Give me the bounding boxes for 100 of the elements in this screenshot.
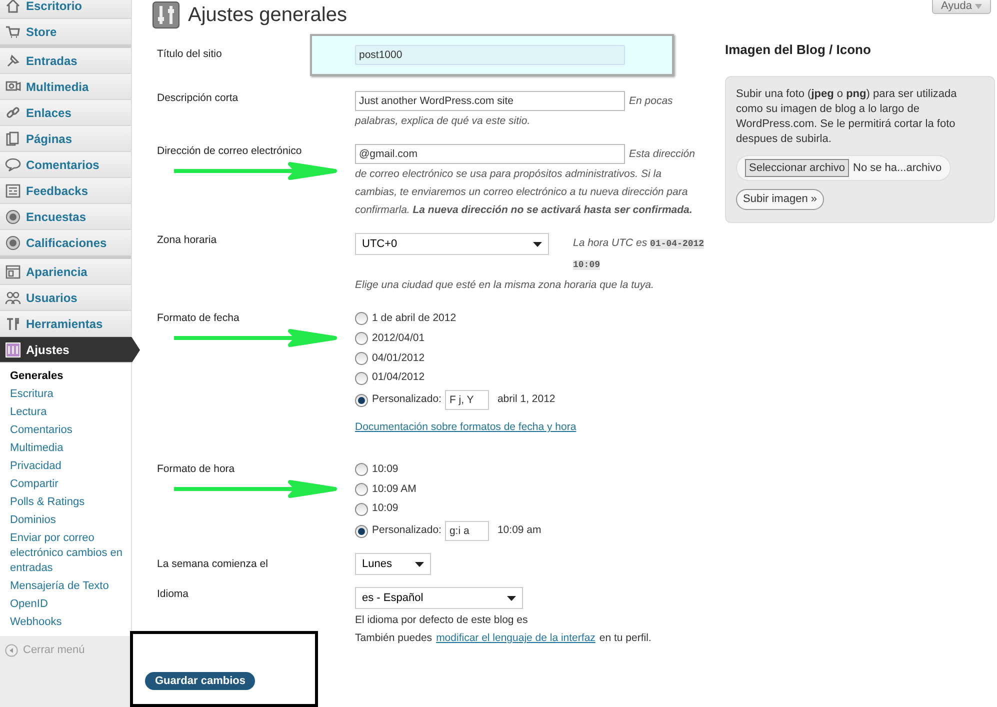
- sidebar-item[interactable]: Herramientas: [0, 311, 131, 337]
- disc-icon: [5, 234, 21, 250]
- documentation-link[interactable]: Documentación sobre formatos de fecha y hora: [355, 420, 705, 436]
- field-label: Descripción corta: [157, 91, 240, 106]
- radio-button[interactable]: [355, 312, 368, 326]
- text-field[interactable]: @gmail.com: [355, 144, 625, 164]
- help-text: Elige una ciudad que esté en la misma zona horaria que la tuya.: [355, 278, 655, 293]
- layout-icon: [5, 264, 21, 280]
- submenu-item[interactable]: Polls & Ratings: [10, 495, 131, 510]
- settings-icon: [152, 1, 180, 29]
- profile-note: en tu perfil.: [599, 631, 652, 646]
- option-label: 01/04/2012: [372, 370, 425, 386]
- option-label: Personalizado:: [372, 523, 442, 538]
- sidebar-item[interactable]: Comentarios: [0, 152, 131, 178]
- help-text: de correo electrónico se usa para propósitos administrativos. Si la cambias, te enviaremos un correo electrónico a tu nueva dirección para confirmarla. La nueva dirección no se activará hasta ser confirmada.: [355, 167, 694, 218]
- text-field[interactable]: Just another WordPress.com site: [355, 91, 625, 111]
- radio-button[interactable]: [355, 524, 368, 538]
- caret-icon: [975, 4, 982, 8]
- help-button[interactable]: Ayuda: [932, 0, 991, 14]
- chain-link-icon: [5, 104, 21, 120]
- help-text: En pocas: [629, 94, 673, 109]
- save-button[interactable]: Guardar cambios: [145, 672, 256, 690]
- radio-button[interactable]: [355, 463, 368, 476]
- submenu-item[interactable]: Enviar por correo electrónico cambios en entradas: [10, 531, 131, 576]
- option-label: 10:09: [372, 462, 398, 477]
- help-text: Esta dirección: [629, 147, 695, 162]
- submenu-item[interactable]: Webhooks: [10, 615, 131, 630]
- field-label: La semana comienza el: [157, 557, 269, 572]
- field-label: Formato de hora: [157, 462, 236, 477]
- pushpin-icon: [5, 52, 21, 68]
- page-title: Ajustes generales: [188, 3, 347, 28]
- file-picker[interactable]: Seleccionar archivo No se ha...archivo: [736, 154, 951, 181]
- sidebar-item[interactable]: Usuarios: [0, 285, 131, 311]
- field-label: Zona horaria: [157, 233, 218, 248]
- sidebar-item[interactable]: Store: [0, 19, 131, 45]
- tools-icon: [5, 316, 21, 332]
- sliders-icon: [5, 342, 21, 358]
- cart-icon: [5, 24, 21, 40]
- format-field[interactable]: g:i a: [445, 521, 490, 541]
- submenu-item[interactable]: Dominios: [10, 513, 131, 528]
- sidebar-item[interactable]: Calificaciones: [0, 230, 131, 256]
- file-status: No se ha...archivo: [853, 160, 942, 176]
- caret-icon: [415, 562, 424, 566]
- dropdown[interactable]: es - Español: [355, 587, 523, 609]
- language-note: El idioma por defecto de este blog es: [355, 613, 529, 628]
- submenu-item[interactable]: Comentarios: [10, 423, 131, 438]
- sidebar-item[interactable]: Feedbacks: [0, 178, 131, 204]
- sidebar-item[interactable]: Apariencia: [0, 259, 131, 285]
- pages-icon: [5, 130, 21, 146]
- help-text: palabras, explica de qué va este sitio.: [355, 114, 532, 129]
- radio-button[interactable]: [355, 482, 368, 496]
- sidebar-item[interactable]: Escritorio: [0, 0, 131, 19]
- submenu-item[interactable]: Compartir: [10, 477, 131, 492]
- submenu-item[interactable]: OpenID: [10, 597, 131, 612]
- profile-note: También puedes: [355, 631, 432, 646]
- submenu-item[interactable]: Lectura: [10, 405, 131, 420]
- text-field[interactable]: post1000: [355, 45, 625, 65]
- upload-button[interactable]: Subir imagen »: [736, 189, 824, 210]
- format-preview: abril 1, 2012: [497, 392, 556, 408]
- sidebar-item[interactable]: Encuestas: [0, 204, 131, 230]
- radio-button[interactable]: [355, 372, 368, 385]
- field-label: Idioma: [157, 587, 190, 602]
- radio-button[interactable]: [355, 332, 368, 346]
- panel-title: Imagen del Blog / Icono: [725, 41, 872, 59]
- people-icon: [5, 290, 21, 306]
- utc-time-label: La hora UTC es 01-04-2012 10:09: [573, 236, 705, 272]
- sidebar-item[interactable]: Ajustes: [0, 337, 140, 363]
- format-preview: 10:09 am: [497, 523, 542, 538]
- sidebar-item[interactable]: Páginas: [0, 126, 131, 152]
- collapse-icon[interactable]: [5, 644, 18, 657]
- format-field[interactable]: F j, Y: [445, 390, 490, 410]
- sidebar-item[interactable]: Multimedia: [0, 74, 131, 100]
- choose-file-button[interactable]: Seleccionar archivo: [745, 158, 849, 177]
- submenu-item[interactable]: Multimedia: [10, 441, 131, 456]
- option-label: 1 de abril de 2012: [372, 311, 456, 326]
- sidebar-item[interactable]: Enlaces: [0, 100, 131, 126]
- option-label: 2012/04/01: [372, 330, 425, 346]
- submenu-item[interactable]: Privacidad: [10, 459, 131, 474]
- dropdown[interactable]: Lunes: [355, 553, 431, 575]
- submenu-item[interactable]: Mensajería de Texto: [10, 579, 131, 594]
- disc-icon: [5, 208, 21, 224]
- speech-bubble-icon: [5, 156, 21, 172]
- option-label: 10:09 AM: [372, 482, 416, 496]
- house-icon: [5, 0, 21, 14]
- field-label: Formato de fecha: [157, 311, 240, 326]
- form-icon: [5, 182, 21, 198]
- caret-icon: [533, 242, 542, 246]
- caret-icon: [507, 596, 516, 600]
- sidebar-item[interactable]: Entradas: [0, 48, 131, 74]
- interface-language-link[interactable]: modificar el lenguaje de la interfaz: [436, 629, 596, 647]
- option-label: 04/01/2012: [372, 350, 425, 366]
- option-label: 10:09: [372, 501, 398, 516]
- radio-button[interactable]: [355, 352, 368, 365]
- dropdown[interactable]: UTC+0: [355, 233, 549, 255]
- field-label: Título del sitio: [157, 47, 223, 62]
- submenu-item[interactable]: Escritura: [10, 387, 131, 402]
- field-label: Dirección de correo electrónico: [157, 144, 303, 159]
- radio-button[interactable]: [355, 502, 368, 516]
- submenu-item[interactable]: Generales: [10, 369, 131, 384]
- radio-button[interactable]: [355, 394, 368, 406]
